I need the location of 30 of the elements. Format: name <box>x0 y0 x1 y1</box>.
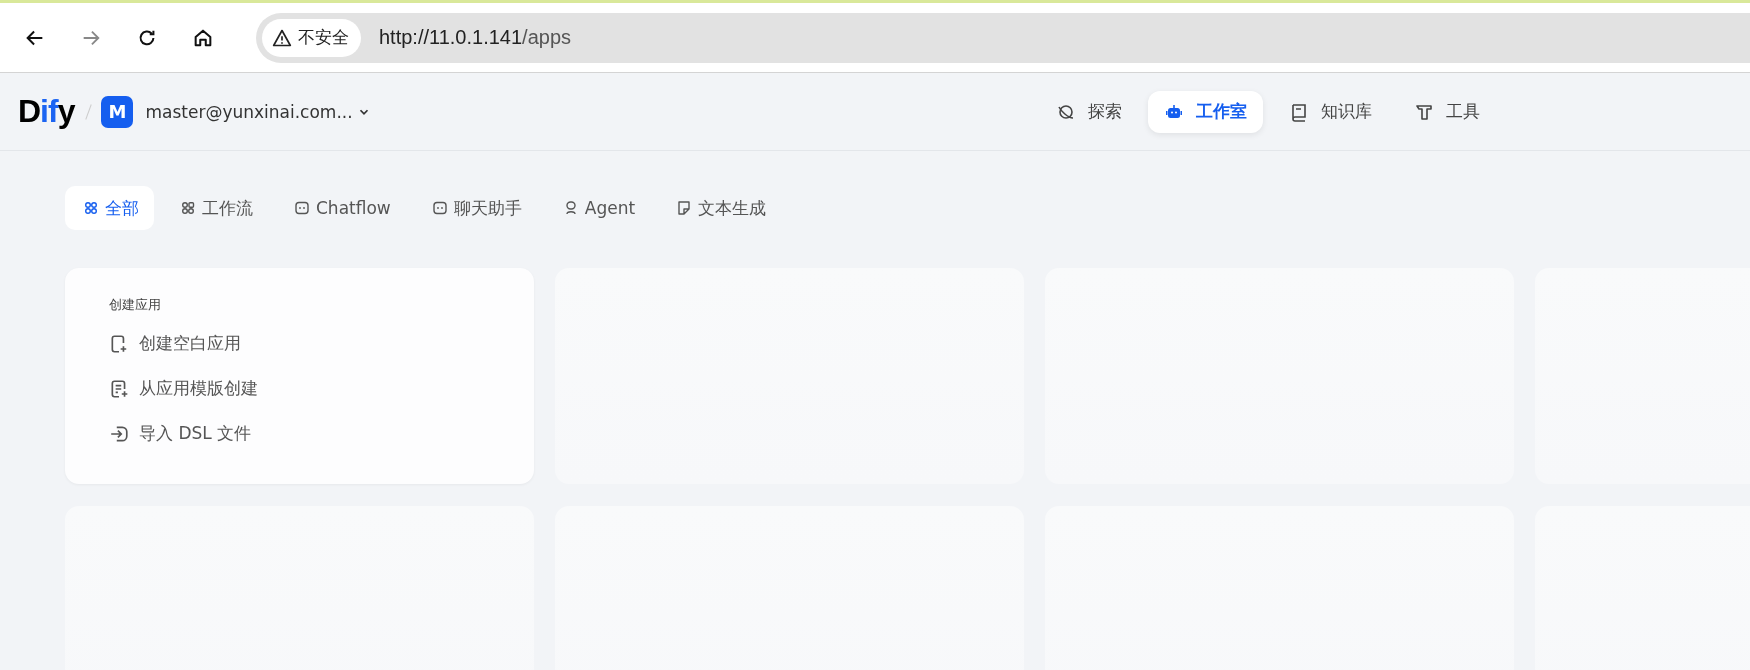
nav-tab[interactable]: 知识库 <box>1273 90 1388 133</box>
filter-tab[interactable]: Chatflow <box>276 186 406 230</box>
grid-icon <box>83 200 99 216</box>
logo[interactable]: Dify <box>18 93 75 130</box>
document-plus-icon <box>109 378 129 399</box>
nav-tab[interactable]: 工具 <box>1398 90 1496 133</box>
create-action[interactable]: 导入 DSL 文件 <box>109 414 252 453</box>
create-action[interactable]: 创建空白应用 <box>109 324 241 363</box>
address-bar[interactable]: 不安全 http://11.0.1.141/apps <box>256 12 1750 63</box>
filter-tab[interactable]: 文本生成 <box>658 186 782 230</box>
account-menu[interactable]: master@yunxinai.com... <box>141 97 375 126</box>
account-avatar: M <box>101 95 134 128</box>
create-action[interactable]: 从应用模版创建 <box>109 369 258 408</box>
card-title: 创建应用 <box>109 296 161 314</box>
filter-tab[interactable]: 聊天助手 <box>413 186 537 230</box>
note-icon <box>676 200 693 216</box>
nav-tab[interactable]: 工作室 <box>1148 90 1263 133</box>
filter-tab[interactable]: 工作流 <box>162 186 268 230</box>
chat-icon <box>294 200 310 216</box>
nav-tab[interactable]: 探索 <box>1040 90 1138 133</box>
file-plus-icon <box>109 333 129 354</box>
filter-tab[interactable]: Agent <box>544 186 651 230</box>
warning-icon <box>272 27 292 48</box>
chat-icon <box>431 200 448 216</box>
book-icon <box>1289 101 1309 122</box>
security-label: 不安全 <box>298 26 349 49</box>
security-badge[interactable]: 不安全 <box>262 18 361 57</box>
url-text: http://11.0.1.141/apps <box>379 26 571 49</box>
workflow-icon <box>180 200 196 216</box>
filter-tab[interactable]: 全部 <box>65 186 154 230</box>
